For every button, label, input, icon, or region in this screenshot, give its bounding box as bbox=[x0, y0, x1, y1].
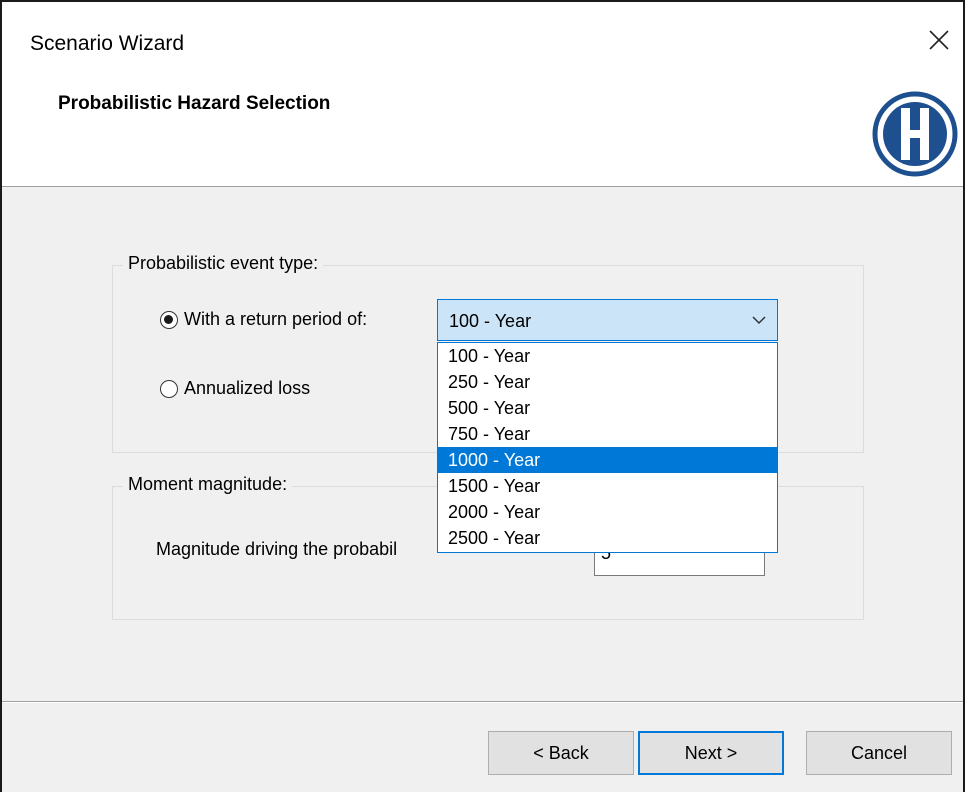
title-bar: Scenario Wizard bbox=[2, 2, 963, 88]
hazus-h-logo-icon bbox=[872, 91, 958, 177]
dropdown-option[interactable]: 2000 - Year bbox=[438, 499, 777, 525]
footer-divider-highlight bbox=[2, 702, 963, 703]
combo-selected-value: 100 - Year bbox=[449, 311, 532, 331]
radio-checked-icon bbox=[160, 310, 178, 329]
chevron-down-icon bbox=[752, 316, 766, 325]
radio-unchecked-icon bbox=[160, 379, 178, 398]
dropdown-option[interactable]: 500 - Year bbox=[438, 395, 777, 421]
next-button[interactable]: Next > bbox=[638, 731, 784, 775]
window-title: Scenario Wizard bbox=[30, 32, 185, 55]
scenario-wizard-window: Scenario Wizard Probabilistic Hazard Sel… bbox=[0, 0, 965, 792]
close-button[interactable] bbox=[921, 22, 957, 58]
annualized-loss-radio[interactable]: Annualized loss bbox=[160, 378, 310, 399]
annualized-loss-label: Annualized loss bbox=[184, 378, 311, 398]
return-period-label: With a return period of: bbox=[184, 309, 368, 329]
return-period-combo[interactable]: 100 - Year bbox=[437, 299, 778, 341]
magnitude-legend: Moment magnitude: bbox=[123, 474, 293, 495]
event-type-legend: Probabilistic event type: bbox=[123, 253, 324, 274]
return-period-dropdown-list: 100 - Year 250 - Year 500 - Year 750 - Y… bbox=[437, 342, 778, 553]
wizard-header: Probabilistic Hazard Selection bbox=[2, 88, 963, 187]
dropdown-option[interactable]: 100 - Year bbox=[438, 343, 777, 369]
return-period-radio[interactable]: With a return period of: bbox=[160, 309, 367, 330]
dropdown-option[interactable]: 750 - Year bbox=[438, 421, 777, 447]
back-button[interactable]: < Back bbox=[488, 731, 634, 775]
dropdown-option[interactable]: 2500 - Year bbox=[438, 525, 777, 551]
dropdown-option[interactable]: 1500 - Year bbox=[438, 473, 777, 499]
magnitude-label: Magnitude driving the probabil bbox=[156, 539, 398, 559]
page-title: Probabilistic Hazard Selection bbox=[58, 93, 331, 114]
close-icon bbox=[929, 30, 949, 50]
dropdown-option-highlighted[interactable]: 1000 - Year bbox=[438, 447, 777, 473]
cancel-button[interactable]: Cancel bbox=[806, 731, 952, 775]
dropdown-option[interactable]: 250 - Year bbox=[438, 369, 777, 395]
